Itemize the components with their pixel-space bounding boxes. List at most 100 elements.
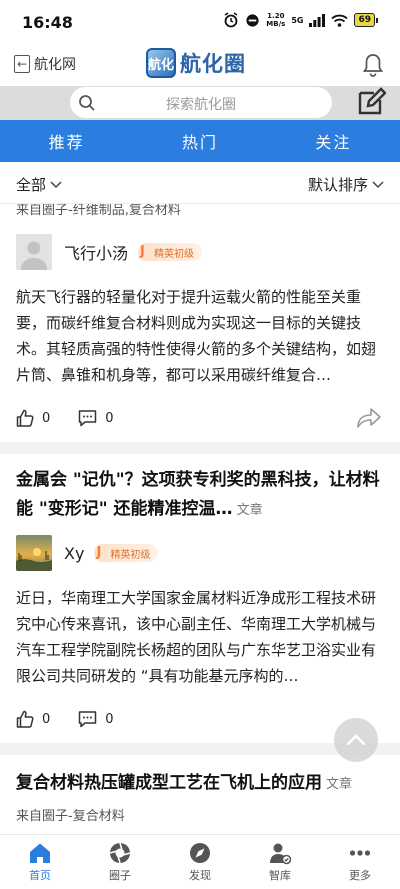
compass-icon: [190, 843, 210, 863]
like-button[interactable]: 0: [16, 409, 50, 427]
comment-icon: [79, 711, 97, 728]
search-input[interactable]: 探索航化圈: [70, 87, 332, 118]
badge-label: 精英初级: [110, 549, 151, 561]
badge-label: 精英初级: [154, 248, 195, 260]
logo-text: 航化圈: [180, 52, 246, 76]
net-speed-unit: MB/s: [266, 20, 286, 28]
post-author: Xy J 精英初级: [0, 533, 400, 573]
post-body: 近日，华南理工大学国家金属材料近净成形工程技术研究中心传来喜讯，该中心副主任、华…: [16, 589, 377, 685]
tab-recommend[interactable]: 推荐: [0, 120, 133, 162]
comment-button[interactable]: 0: [78, 409, 114, 427]
back-button[interactable]: ← 航化网: [14, 54, 76, 74]
comment-count: 0: [105, 410, 114, 426]
status-time: 16:48: [22, 13, 73, 32]
nav-label: 首页: [29, 869, 51, 882]
post-kind: 文章: [236, 503, 263, 518]
network-type: 5G: [291, 15, 304, 25]
like-count: 0: [42, 711, 51, 727]
compose-icon[interactable]: [356, 87, 386, 117]
filter-row: 全部 默认排序: [0, 162, 400, 204]
like-button[interactable]: 0: [16, 710, 50, 728]
nav-home[interactable]: 首页: [0, 835, 80, 889]
comment-count: 0: [105, 711, 114, 727]
home-icon: [30, 843, 50, 863]
sort-label: 默认排序: [307, 176, 368, 194]
thumbs-up-icon: [16, 710, 34, 728]
avatar[interactable]: [16, 535, 52, 571]
search-placeholder: 探索航化圈: [166, 97, 236, 113]
nav-discover[interactable]: 发现: [160, 835, 240, 889]
badge-icon: J: [96, 545, 102, 560]
back-arrow-icon: ←: [14, 55, 30, 73]
post-divider: [0, 442, 400, 454]
search-bar-area: 探索航化圈: [0, 86, 400, 120]
share-icon[interactable]: [356, 407, 382, 429]
back-label: 航化网: [34, 57, 76, 73]
author-name[interactable]: Xy: [64, 544, 84, 563]
tab-hot[interactable]: 热门: [133, 120, 266, 162]
nav-circles[interactable]: 圈子: [80, 835, 160, 889]
nav-label: 圈子: [109, 869, 131, 882]
wifi-icon: [331, 14, 349, 27]
bell-icon[interactable]: [362, 52, 384, 78]
post-source: 来自圈子-纤维制品,复合材料: [16, 204, 181, 218]
landscape-avatar-icon: [16, 535, 52, 571]
nav-more[interactable]: 更多: [320, 835, 400, 889]
app-header: ← 航化网 航化 航化圈: [0, 46, 400, 86]
category-dropdown[interactable]: 全部: [16, 174, 62, 195]
thumbs-up-icon: [16, 409, 34, 427]
post-card[interactable]: 金属会 "记仇"？这项获专利奖的黑科技，让材料能 "变形记" 还能精准控温… 文章…: [0, 454, 400, 743]
feed-tabs: 推荐 热门 关注: [0, 120, 400, 162]
net-speed: 1.20 MB/s: [266, 12, 285, 28]
tab-label: 关注: [315, 133, 352, 152]
dnd-icon: [246, 13, 259, 27]
tab-label: 推荐: [48, 133, 85, 152]
status-bar: 16:48 1.20 MB/s 5G 69: [0, 0, 400, 46]
sort-dropdown[interactable]: 默认排序: [308, 174, 384, 195]
signal-icon: [309, 13, 326, 27]
net-speed-value: 1.20: [267, 12, 285, 20]
expert-icon: [270, 843, 292, 865]
post-title[interactable]: 复合材料热压罐成型工艺在飞机上的应用 文章: [0, 769, 400, 799]
post-actions: 0 0: [0, 398, 400, 438]
logo-mark: 航化: [146, 48, 176, 78]
chevron-down-icon: [372, 180, 384, 188]
nav-label: 发现: [189, 869, 211, 882]
aperture-icon: [109, 842, 131, 864]
avatar[interactable]: [16, 234, 52, 270]
scroll-top-button[interactable]: [334, 718, 378, 762]
status-icons: 1.20 MB/s 5G 69: [223, 12, 378, 28]
category-label: 全部: [16, 176, 47, 194]
level-badge: J 精英初级: [94, 544, 159, 562]
more-icon: [349, 850, 371, 856]
battery-level: 69: [354, 13, 375, 27]
app-screen: 16:48 1.20 MB/s 5G 69 ← 航化网 航化 航化圈 探索航化圈…: [0, 0, 400, 889]
badge-icon: J: [140, 244, 145, 259]
comment-button[interactable]: 0: [78, 710, 114, 728]
post-title[interactable]: 金属会 "记仇"？这项获专利奖的黑科技，让材料能 "变形记" 还能精准控温… 文章: [0, 466, 400, 525]
app-logo: 航化 航化圈: [146, 48, 246, 78]
author-name[interactable]: 飞行小汤: [64, 240, 128, 264]
tab-label: 热门: [181, 133, 218, 152]
post-kind: 文章: [326, 777, 353, 792]
like-count: 0: [42, 410, 51, 426]
comment-icon: [79, 410, 97, 427]
post-title-text: 复合材料热压罐成型工艺在飞机上的应用: [16, 773, 322, 793]
post-source: 来自圈子-复合材料: [16, 809, 125, 824]
chevron-up-icon: [346, 734, 366, 746]
post-card[interactable]: 来自圈子-纤维制品,复合材料 飞行小汤 J 精英初级 航天飞行器的轻量化对于提升…: [0, 204, 400, 442]
nav-label: 更多: [349, 869, 371, 882]
post-title-text: 金属会 "记仇"？这项获专利奖的黑科技，让材料能 "变形记" 还能精准控温…: [16, 470, 380, 519]
bottom-nav: 首页 圈子 发现 智库 更多: [0, 834, 400, 889]
nav-think-tank[interactable]: 智库: [240, 835, 320, 889]
nav-label: 智库: [269, 869, 291, 882]
post-card[interactable]: 复合材料热压罐成型工艺在飞机上的应用 文章 来自圈子-复合材料: [0, 755, 400, 824]
level-badge: J 精英初级: [138, 243, 203, 261]
chevron-down-icon: [50, 180, 62, 188]
battery-icon: 69: [354, 13, 378, 27]
tab-follow[interactable]: 关注: [267, 120, 400, 162]
post-body: 航天飞行器的轻量化对于提升运载火箭的性能至关重要，而碳纤维复合材料则成为实现这一…: [16, 288, 377, 384]
default-avatar-icon: [16, 234, 52, 270]
alarm-icon: [224, 12, 238, 28]
post-author: 飞行小汤 J 精英初级: [0, 232, 400, 272]
